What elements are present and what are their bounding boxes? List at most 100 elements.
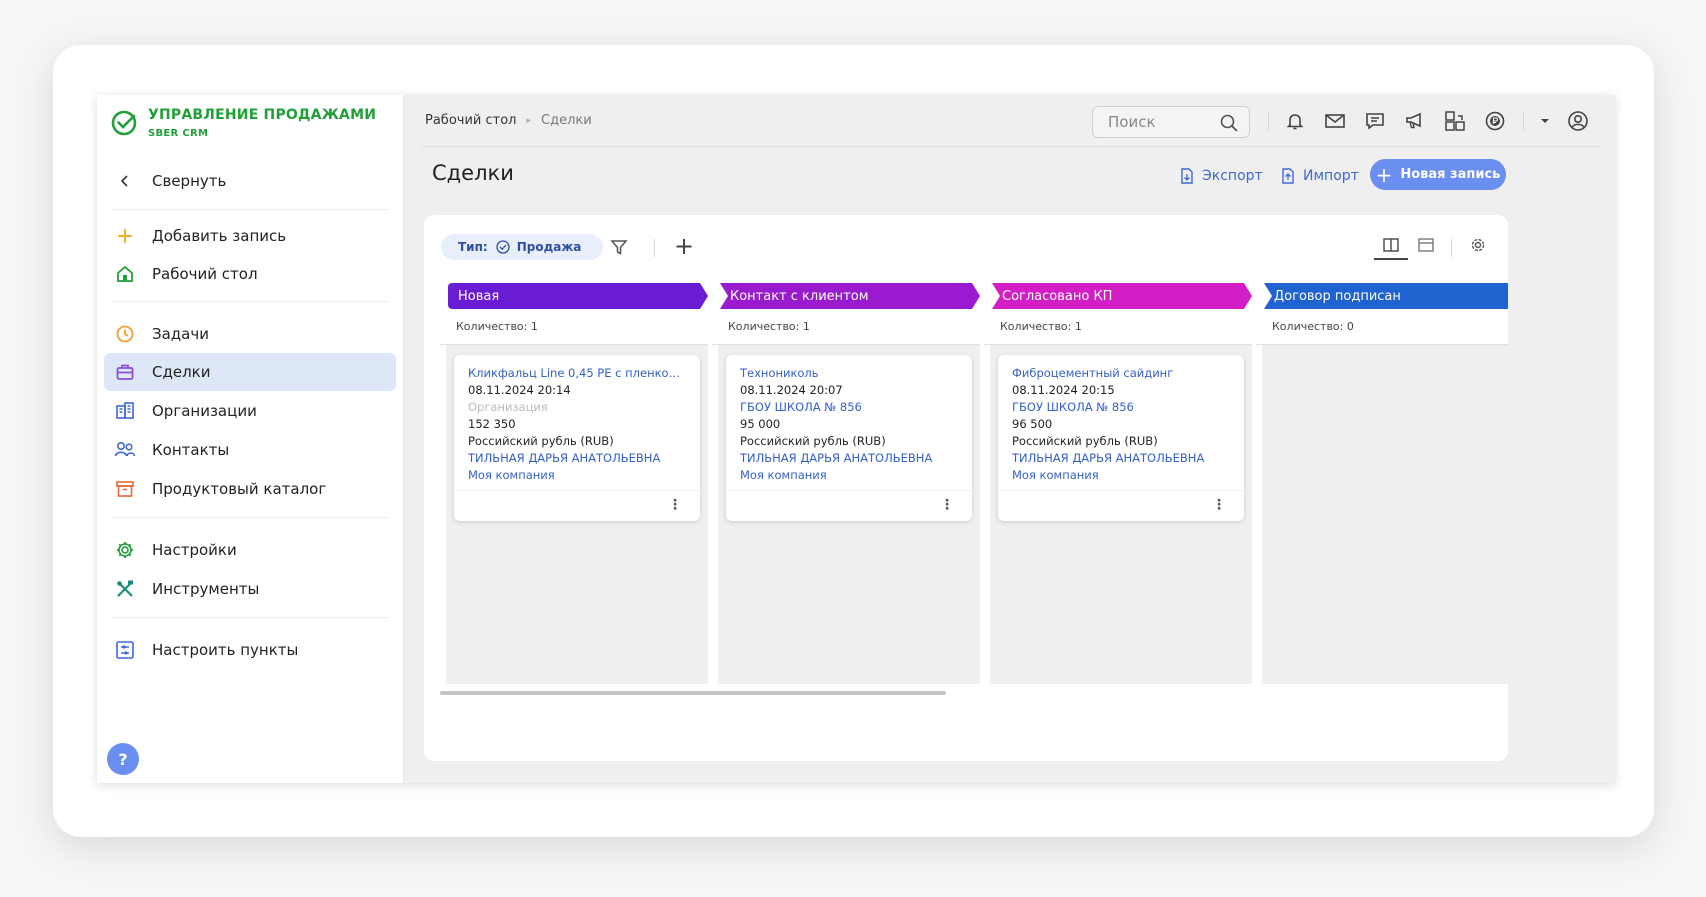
filter-type-value: Продажа <box>516 240 582 254</box>
column-body: Кликфальц Line 0,45 PE с пленкой н... 08… <box>446 345 708 684</box>
nav-divider <box>111 209 389 210</box>
nav-divider <box>111 301 389 302</box>
caret-down-icon[interactable] <box>1538 109 1552 133</box>
deal-card[interactable]: Технониколь 08.11.2024 20:07 ГБОУ ШКОЛА … <box>726 355 972 521</box>
sidebar-item-desktop[interactable]: Рабочий стол <box>104 255 396 293</box>
page-title: Сделки <box>432 161 514 185</box>
deal-company-link[interactable]: Моя компания <box>1012 467 1230 484</box>
filter-icon[interactable] <box>610 238 628 256</box>
org-chart-icon[interactable] <box>1443 109 1467 133</box>
search-input[interactable]: Поиск <box>1092 106 1250 138</box>
deal-company-link[interactable]: Моя компания <box>740 467 958 484</box>
deal-organization-placeholder: Организация <box>468 400 548 414</box>
deal-amount: 95 000 <box>740 417 781 431</box>
export-button[interactable]: Экспорт <box>1180 168 1263 184</box>
import-button[interactable]: Импорт <box>1281 168 1359 184</box>
more-vertical-icon[interactable]: ⋮ <box>1212 497 1226 513</box>
mail-icon[interactable] <box>1323 109 1347 133</box>
archive-icon <box>114 478 136 500</box>
column-header[interactable]: Согласовано КП <box>992 283 1252 309</box>
deal-title-link[interactable]: Кликфальц Line 0,45 PE с пленкой н... <box>468 365 686 382</box>
help-button[interactable]: ? <box>107 743 139 775</box>
export-label: Экспорт <box>1202 168 1263 184</box>
breadcrumb-home[interactable]: Рабочий стол <box>425 113 516 128</box>
divider <box>998 490 1244 491</box>
collapse-button[interactable]: Свернуть <box>104 162 396 200</box>
coin-icon[interactable] <box>1483 109 1507 133</box>
type-filter-chip[interactable]: Тип: Продажа <box>441 234 604 260</box>
sidebar-item-contacts[interactable]: Контакты <box>104 431 396 469</box>
sidebar-item-settings[interactable]: Настройки <box>104 531 396 569</box>
buildings-icon <box>114 400 136 422</box>
deal-card[interactable]: Фиброцементный сайдинг 08.11.2024 20:15 … <box>998 355 1244 521</box>
deal-title-link[interactable]: Технониколь <box>740 365 958 382</box>
add-filter-icon[interactable]: + <box>674 232 694 260</box>
column-body: Фиброцементный сайдинг 08.11.2024 20:15 … <box>990 345 1252 684</box>
deal-date: 08.11.2024 20:15 <box>1012 383 1115 397</box>
deal-organization-link[interactable]: ГБОУ ШКОЛА № 856 <box>740 399 958 416</box>
deal-card[interactable]: Кликфальц Line 0,45 PE с пленкой н... 08… <box>454 355 700 521</box>
more-vertical-icon[interactable]: ⋮ <box>940 497 954 513</box>
sidebar-item-deals[interactable]: Сделки <box>104 353 396 391</box>
column-count: Количество: 1 <box>456 320 538 333</box>
gear-icon <box>114 539 136 561</box>
customize-icon <box>114 639 136 661</box>
filter-type-label: Тип: <box>458 240 488 254</box>
top-icons <box>1268 109 1606 133</box>
home-icon <box>114 263 136 285</box>
sidebar-item-add-record[interactable]: Добавить запись <box>104 217 396 255</box>
sidebar-item-organizations[interactable]: Организации <box>104 392 396 430</box>
brand[interactable]: УПРАВЛЕНИЕ ПРОДАЖАМИ SBER CRM <box>111 107 376 139</box>
deal-currency: Российский рубль (RUB) <box>740 434 886 448</box>
sidebar-item-customize[interactable]: Настроить пункты <box>104 631 396 669</box>
divider <box>726 490 972 491</box>
clock-icon <box>114 323 136 345</box>
list-view-icon[interactable] <box>1417 237 1435 253</box>
chevron-left-icon <box>114 170 136 192</box>
check-circle-icon <box>496 240 510 254</box>
plus-icon <box>114 225 136 247</box>
deal-company-link[interactable]: Моя компания <box>468 467 686 484</box>
sidebar-item-tasks[interactable]: Задачи <box>104 315 396 353</box>
column-header[interactable]: Контакт с клиентом <box>720 283 980 309</box>
deal-amount: 152 350 <box>468 417 516 431</box>
search-placeholder: Поиск <box>1108 113 1156 131</box>
sidebar-item-tools[interactable]: Инструменты <box>104 570 396 608</box>
divider <box>1451 239 1452 257</box>
sidebar-item-label: Задачи <box>152 325 209 343</box>
import-file-icon <box>1282 168 1294 184</box>
search-icon[interactable] <box>1219 113 1239 133</box>
deal-owner-link[interactable]: ТИЛЬНАЯ ДАРЬЯ АНАТОЛЬЕВНА <box>468 450 686 467</box>
deal-title-link[interactable]: Фиброцементный сайдинг <box>1012 365 1230 382</box>
collapse-label: Свернуть <box>152 172 227 190</box>
sidebar-item-label: Рабочий стол <box>152 265 258 283</box>
divider <box>654 239 655 257</box>
column-count: Количество: 1 <box>1000 320 1082 333</box>
more-vertical-icon[interactable]: ⋮ <box>668 497 682 513</box>
sidebar-item-label: Сделки <box>152 363 211 381</box>
new-record-button[interactable]: + Новая запись <box>1370 159 1506 190</box>
user-avatar-icon[interactable] <box>1566 109 1590 133</box>
new-record-label: Новая запись <box>1400 167 1501 182</box>
horizontal-scrollbar[interactable] <box>440 691 946 695</box>
chat-icon[interactable] <box>1363 109 1387 133</box>
column-header[interactable]: Новая <box>448 283 708 309</box>
main-area: Рабочий стол ▸ Сделки Поиск Сделки Экспо… <box>404 95 1615 783</box>
column-header[interactable]: Договор подписан <box>1264 283 1508 309</box>
deal-amount: 96 500 <box>1012 417 1053 431</box>
brand-title: УПРАВЛЕНИЕ ПРОДАЖАМИ <box>148 107 377 123</box>
board-settings-icon[interactable] <box>1469 236 1487 254</box>
megaphone-icon[interactable] <box>1403 109 1427 133</box>
breadcrumb-current: Сделки <box>541 113 592 128</box>
kanban-view-icon[interactable] <box>1382 237 1400 253</box>
kanban-column: Новая Количество: 1 Кликфальц Line 0,45 … <box>440 283 708 684</box>
deal-owner-link[interactable]: ТИЛЬНАЯ ДАРЬЯ АНАТОЛЬЕВНА <box>1012 450 1230 467</box>
deal-organization-link[interactable]: ГБОУ ШКОЛА № 856 <box>1012 399 1230 416</box>
bell-icon[interactable] <box>1283 109 1307 133</box>
column-body <box>1262 345 1508 684</box>
sidebar-item-catalog[interactable]: Продуктовый каталог <box>104 470 396 508</box>
divider <box>454 490 700 491</box>
divider <box>1523 111 1524 131</box>
kanban-column: Контакт с клиентом Количество: 1 Технони… <box>712 283 980 684</box>
deal-owner-link[interactable]: ТИЛЬНАЯ ДАРЬЯ АНАТОЛЬЕВНА <box>740 450 958 467</box>
